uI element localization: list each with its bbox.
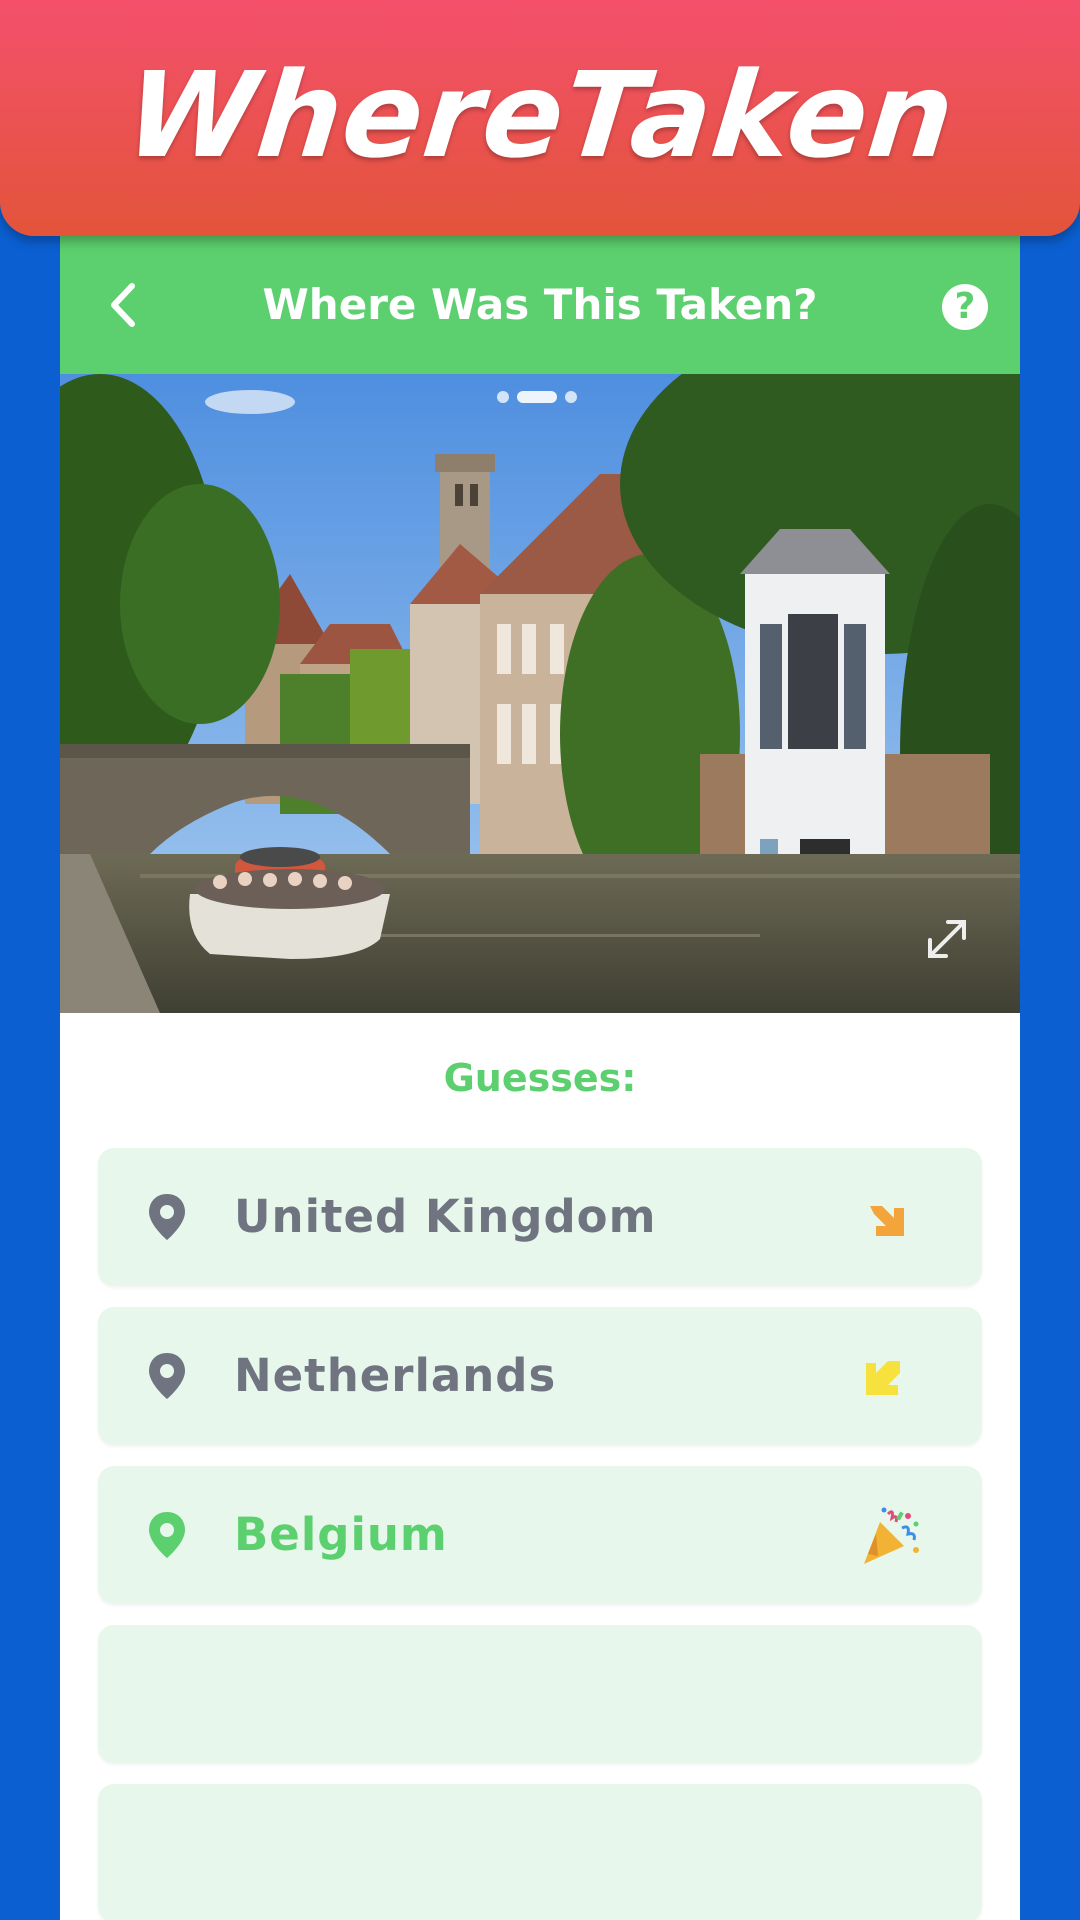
guesses-heading: Guesses: — [443, 1056, 637, 1100]
guess-country: Netherlands — [234, 1349, 557, 1402]
guess-row: United Kingdom — [98, 1148, 982, 1286]
empty-guess-slot — [98, 1625, 982, 1763]
map-pin-icon — [149, 1353, 185, 1399]
canal-scene-image — [60, 374, 1020, 1013]
carousel-indicator — [497, 391, 577, 403]
empty-guess-slot — [98, 1784, 982, 1920]
expand-icon — [928, 920, 966, 958]
header-bar: Where Was This Taken? ? — [60, 236, 1020, 374]
map-pin-icon — [149, 1512, 185, 1558]
map-pin-icon — [149, 1194, 185, 1240]
guess-country: United Kingdom — [234, 1190, 657, 1243]
arrow-down-left-icon — [866, 1361, 900, 1395]
carousel-dot-active[interactable] — [517, 391, 557, 403]
page-title: Where Was This Taken? — [262, 280, 818, 329]
guess-row: Netherlands — [98, 1307, 982, 1445]
guess-row-correct: Belgium — [98, 1466, 982, 1604]
brand-banner: WhereTaken — [0, 0, 1080, 236]
brand-title: WhereTaken — [119, 46, 961, 184]
guess-country: Belgium — [234, 1508, 448, 1561]
party-popper-icon — [864, 1507, 919, 1564]
location-photo[interactable] — [60, 374, 1020, 1013]
carousel-dot[interactable] — [565, 391, 577, 403]
carousel-dot[interactable] — [497, 391, 509, 403]
game-card: Where Was This Taken? ? Guesses: United … — [60, 236, 1020, 1920]
help-button[interactable]: ? — [942, 284, 988, 330]
expand-button[interactable] — [922, 914, 972, 964]
arrow-down-right-icon — [870, 1206, 904, 1236]
